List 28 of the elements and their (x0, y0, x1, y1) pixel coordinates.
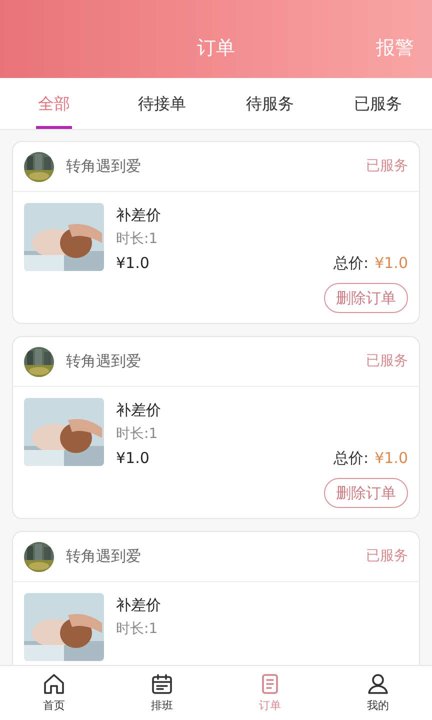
item-name: 补差价 (116, 595, 162, 616)
total-label: 总价: (334, 448, 369, 469)
item-name: 补差价 (116, 205, 162, 226)
nav-tab[interactable]: 首页 (0, 666, 108, 720)
calendar-icon (150, 672, 174, 696)
total-price: ¥1.0 (374, 448, 408, 469)
home-icon (42, 672, 66, 696)
order-status: 已服务 (366, 157, 408, 176)
filter-tab[interactable]: 待接单 (108, 78, 216, 129)
filter-tab[interactable]: 待服务 (216, 78, 324, 129)
filter-tab[interactable]: 已服务 (324, 78, 432, 129)
item-duration: 时长:1 (116, 425, 159, 444)
order-status: 已服务 (366, 352, 408, 371)
user-name: 转角遇到爱 (66, 351, 141, 372)
item-duration: 时长:1 (116, 230, 159, 249)
total-price: ¥1.0 (374, 253, 408, 274)
item-duration: 时长:1 (116, 620, 159, 639)
person-icon (366, 672, 390, 696)
page-title: 订单 (197, 36, 235, 60)
user-name: 转角遇到爱 (66, 156, 141, 178)
order-status: 已服务 (366, 547, 408, 566)
item-name: 补差价 (116, 400, 162, 421)
nav-tab[interactable]: 我的 (324, 666, 432, 720)
item-price: ¥1.0 (116, 253, 150, 274)
user-name: 转角遇到爱 (66, 546, 141, 568)
nav-tab[interactable]: 排班 (108, 666, 216, 720)
total-label: 总价: (334, 253, 369, 274)
item-price: ¥1.0 (116, 448, 150, 469)
